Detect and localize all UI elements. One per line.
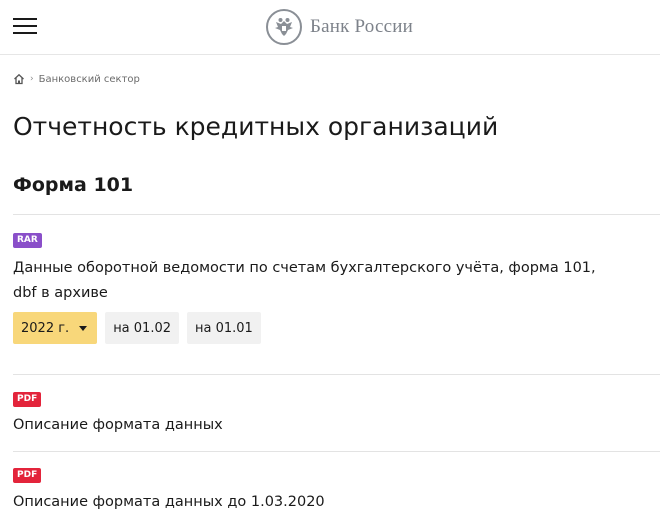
document-title-line: Данные оборотной ведомости по счетам бух… <box>13 260 596 276</box>
document-link-format-description-old[interactable]: Описание формата данных до 1.03.2020 <box>13 490 325 515</box>
pdf-badge: PDF <box>13 468 42 483</box>
menu-bar <box>13 25 37 27</box>
logo-text: Банк России <box>310 16 413 37</box>
year-select-value: 2022 г. <box>21 320 70 336</box>
page-title: Отчетность кредитных организаций <box>13 112 499 141</box>
menu-icon[interactable] <box>13 17 37 35</box>
site-header: Банк России <box>0 0 660 55</box>
document-link-format-description[interactable]: Описание формата данных <box>13 413 223 438</box>
document-title-line: dbf в архиве <box>13 285 108 301</box>
home-icon[interactable] <box>13 73 25 85</box>
document-controls: 2022 г. на 01.02 на 01.01 <box>13 312 261 344</box>
breadcrumb-item-banking-sector[interactable]: Банковский сектор <box>39 74 140 85</box>
chevron-right-icon: › <box>30 74 34 84</box>
rar-badge: RAR <box>13 233 42 248</box>
menu-bar <box>13 18 37 20</box>
year-select[interactable]: 2022 г. <box>13 312 98 344</box>
divider <box>13 451 660 452</box>
document-link-form101-data[interactable]: Данные оборотной ведомости по счетам бух… <box>13 256 596 306</box>
page: Банк России › Банковский сектор Отчетнос… <box>0 0 660 522</box>
pdf-badge: PDF <box>13 392 42 407</box>
divider <box>13 374 660 375</box>
date-chip-0102[interactable]: на 01.02 <box>105 312 180 344</box>
caret-down-icon <box>79 325 88 331</box>
section-title: Форма 101 <box>13 174 134 196</box>
date-chip-0101[interactable]: на 01.01 <box>187 312 261 344</box>
breadcrumb: › Банковский сектор <box>13 71 140 87</box>
divider <box>13 214 660 215</box>
menu-bar <box>13 32 37 34</box>
site-logo[interactable]: Банк России <box>266 8 413 46</box>
eagle-emblem-icon <box>266 9 302 45</box>
